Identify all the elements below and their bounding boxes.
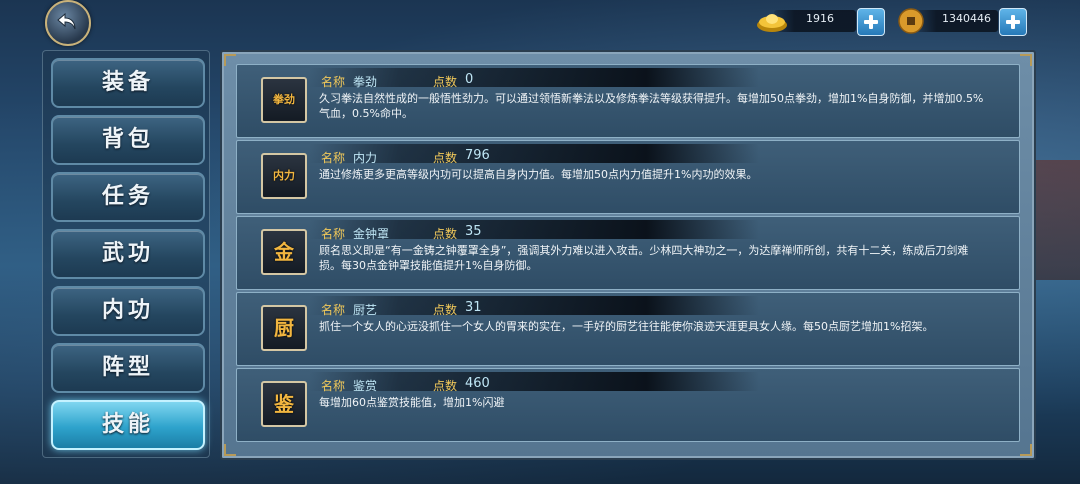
add-coins-button[interactable] — [999, 8, 1027, 36]
golden-bell-skill-icon: 金 — [261, 229, 307, 275]
coins-amount: 1340446 — [942, 12, 991, 25]
skill-name: 拳劲 — [353, 75, 378, 89]
frame-corner — [1020, 444, 1032, 456]
skill-points: 31 — [465, 300, 482, 315]
skill-header: 名称 拳劲 点数 0 — [309, 68, 759, 89]
skill-points: 0 — [465, 72, 474, 87]
tab-skills[interactable]: 技能 — [51, 400, 205, 450]
skill-header: 名称 金钟罩 点数 35 — [309, 220, 759, 241]
points-label: 点数 — [433, 227, 458, 241]
back-button[interactable] — [45, 0, 91, 46]
tab-formation[interactable]: 阵型 — [51, 343, 205, 393]
skill-points: 796 — [465, 148, 490, 163]
tab-quests[interactable]: 任务 — [51, 172, 205, 222]
gold-resource: 1916 — [756, 7, 886, 36]
name-label: 名称 — [321, 227, 346, 241]
tab-martial-arts[interactable]: 武功 — [51, 229, 205, 279]
skill-header: 名称 鉴赏 点数 460 — [309, 372, 759, 393]
frame-corner — [1020, 54, 1032, 66]
skill-description: 每增加60点鉴赏技能值，增加1%闪避 — [319, 396, 505, 409]
name-label: 名称 — [321, 151, 346, 165]
tab-equipment[interactable]: 装备 — [51, 58, 205, 108]
skill-description: 抓住一个女人的心远没抓住一个女人的胃来的实在，一手好的厨艺往往能使你浪迹天涯更具… — [319, 320, 934, 333]
points-label: 点数 — [433, 379, 458, 393]
skills-panel: 拳劲 名称 拳劲 点数 0 久习拳法自然性成的一般悟性劲力。可以通过领悟新拳法以… — [220, 50, 1036, 460]
skill-points: 460 — [465, 376, 490, 391]
category-sidebar: 装备 背包 任务 武功 内功 阵型 技能 — [42, 50, 210, 458]
skill-name: 鉴赏 — [353, 379, 378, 393]
skill-description: 通过修炼更多更高等级内功可以提高自身内力值。每增加50点内力值提升1%内功的效果… — [319, 168, 758, 181]
skill-points: 35 — [465, 224, 482, 239]
skill-header: 名称 厨艺 点数 31 — [309, 296, 759, 317]
background-building — [1030, 160, 1080, 280]
skill-name: 厨艺 — [353, 303, 378, 317]
appraisal-skill-icon: 鉴 — [261, 381, 307, 427]
cooking-skill-icon: 厨 — [261, 305, 307, 351]
skill-name: 内力 — [353, 151, 378, 165]
name-label: 名称 — [321, 75, 346, 89]
skill-description: 久习拳法自然性成的一般悟性劲力。可以通过领悟新拳法以及修炼拳法等级获得提升。每增… — [319, 92, 984, 120]
fist-skill-icon: 拳劲 — [261, 77, 307, 123]
name-label: 名称 — [321, 379, 346, 393]
skill-header: 名称 内力 点数 796 — [309, 144, 759, 165]
skill-row-inner-force[interactable]: 内力 名称 内力 点数 796 通过修炼更多更高等级内功可以提高自身内力值。每增… — [236, 140, 1020, 214]
skill-row-fist[interactable]: 拳劲 名称 拳劲 点数 0 久习拳法自然性成的一般悟性劲力。可以通过领悟新拳法以… — [236, 64, 1020, 138]
gold-ingot-icon — [757, 14, 787, 32]
points-label: 点数 — [433, 75, 458, 89]
frame-corner — [224, 444, 236, 456]
copper-coin-icon — [898, 8, 924, 34]
skill-row-appraisal[interactable]: 鉴 名称 鉴赏 点数 460 每增加60点鉴赏技能值，增加1%闪避 — [236, 368, 1020, 442]
back-arrow-icon — [57, 12, 76, 30]
gold-amount: 1916 — [806, 12, 834, 25]
skill-row-cooking[interactable]: 厨 名称 厨艺 点数 31 抓住一个女人的心远没抓住一个女人的胃来的实在，一手好… — [236, 292, 1020, 366]
inner-force-skill-icon: 内力 — [261, 153, 307, 199]
coins-resource: 1340446 — [898, 7, 1028, 36]
frame-corner — [224, 54, 236, 66]
points-label: 点数 — [433, 303, 458, 317]
tab-inner-power[interactable]: 内功 — [51, 286, 205, 336]
skill-description: 顾名思义即是“有一金铸之钟覆罩全身”，强调其外力难以进入攻击。少林四大神功之一，… — [319, 244, 969, 272]
skill-row-golden-bell[interactable]: 金 名称 金钟罩 点数 35 顾名思义即是“有一金铸之钟覆罩全身”，强调其外力难… — [236, 216, 1020, 290]
points-label: 点数 — [433, 151, 458, 165]
name-label: 名称 — [321, 303, 346, 317]
add-gold-button[interactable] — [857, 8, 885, 36]
skill-name: 金钟罩 — [353, 227, 390, 241]
tab-bag[interactable]: 背包 — [51, 115, 205, 165]
